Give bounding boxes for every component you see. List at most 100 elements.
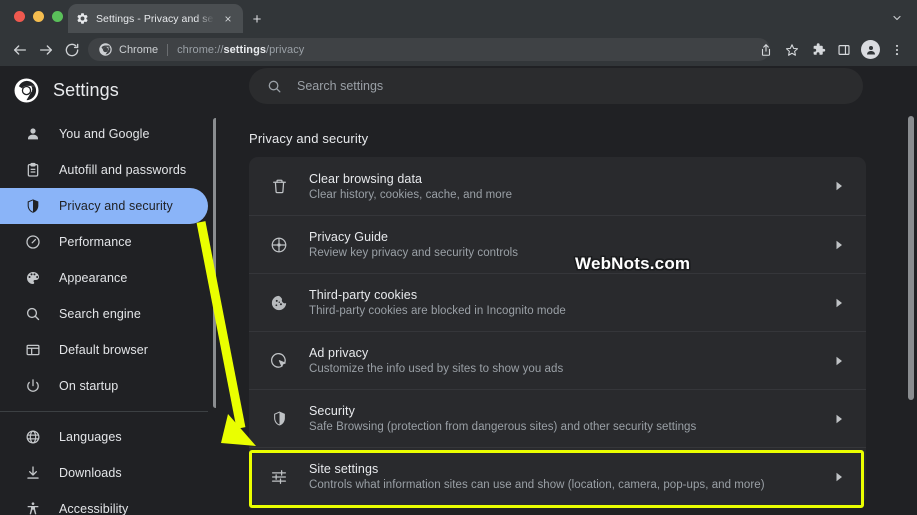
settings-row-text: Site settings Controls what information … — [309, 462, 826, 491]
settings-row-subtitle: Review key privacy and security controls — [309, 247, 519, 259]
settings-row-subtitle: Third-party cookies are blocked in Incog… — [309, 305, 566, 317]
section-title: Privacy and security — [249, 131, 369, 146]
chevron-right-icon[interactable] — [826, 240, 852, 250]
sidebar-item-languages[interactable]: Languages — [0, 419, 208, 455]
sidebar-item-performance[interactable]: Performance — [0, 224, 208, 260]
search-input[interactable]: Search settings — [249, 68, 863, 104]
settings-card: Clear browsing data Clear history, cooki… — [249, 157, 866, 505]
sidebar-item-label: Performance — [59, 235, 132, 249]
settings-row-security[interactable]: Security Safe Browsing (protection from … — [249, 389, 866, 447]
chevron-right-icon[interactable] — [826, 414, 852, 424]
sidebar-item-label: Autofill and passwords — [59, 163, 187, 177]
reload-icon[interactable] — [59, 37, 85, 63]
settings-row-third-party-cookies[interactable]: Third-party cookies Third-party cookies … — [249, 273, 866, 331]
settings-row-clear-browsing-data[interactable]: Clear browsing data Clear history, cooki… — [249, 157, 866, 215]
three-dot-menu-icon[interactable] — [885, 38, 909, 61]
settings-sidebar: You and Google Autofill and passwords Pr… — [0, 116, 216, 515]
browser-toolbar: Chrome chrome://settings/privacy — [0, 33, 917, 66]
sidebar-item-label: Languages — [59, 430, 122, 444]
settings-row-text: Clear browsing data Clear history, cooki… — [309, 172, 826, 201]
browser-tab[interactable]: Settings - Privacy and security × — [68, 4, 243, 33]
settings-row-title: Site settings — [309, 462, 379, 476]
window-close-button[interactable] — [14, 11, 25, 22]
sidebar-item-privacy-and-security[interactable]: Privacy and security — [0, 188, 208, 224]
settings-brand[interactable]: Settings — [14, 78, 119, 103]
settings-row-subtitle: Customize the info used by sites to show… — [309, 363, 564, 375]
settings-row-title: Ad privacy — [309, 346, 369, 360]
new-tab-button[interactable]: + — [247, 9, 267, 29]
clipboard-icon — [24, 162, 41, 179]
gear-icon — [76, 12, 89, 25]
settings-row-ad-privacy[interactable]: Ad privacy Customize the info used by si… — [249, 331, 866, 389]
sidebar-item-label: Search engine — [59, 307, 141, 321]
close-icon[interactable]: × — [221, 12, 235, 26]
sidebar-item-appearance[interactable]: Appearance — [0, 260, 208, 296]
browser-window: Settings - Privacy and security × + — [0, 0, 917, 515]
settings-row-site-settings[interactable]: Site settings Controls what information … — [249, 447, 866, 505]
speedometer-icon — [24, 234, 41, 251]
settings-row-subtitle: Safe Browsing (protection from dangerous… — [309, 421, 697, 433]
sidebar-item-you-and-google[interactable]: You and Google — [0, 116, 208, 152]
power-icon — [24, 378, 41, 395]
settings-row-text: Security Safe Browsing (protection from … — [309, 404, 826, 433]
download-icon — [24, 465, 41, 482]
chevron-right-icon[interactable] — [826, 181, 852, 191]
sidebar-item-label: Default browser — [59, 343, 149, 357]
search-icon — [24, 306, 41, 323]
side-panel-icon[interactable] — [832, 38, 856, 61]
url-suffix: /privacy — [266, 43, 305, 56]
extensions-puzzle-icon[interactable] — [806, 38, 830, 61]
privacy-guide-icon — [249, 236, 309, 254]
cookie-icon — [249, 294, 309, 312]
sidebar-item-label: Downloads — [59, 466, 122, 480]
palette-icon — [24, 270, 41, 287]
chevron-down-icon[interactable] — [891, 11, 903, 23]
url-bold-segment: settings — [223, 43, 267, 56]
sliders-icon — [249, 468, 309, 486]
sidebar-item-downloads[interactable]: Downloads — [0, 455, 208, 491]
bookmark-star-icon[interactable] — [780, 38, 804, 61]
sidebar-item-autofill-and-passwords[interactable]: Autofill and passwords — [0, 152, 208, 188]
sidebar-item-default-browser[interactable]: Default browser — [0, 332, 208, 368]
ad-privacy-icon — [249, 352, 309, 370]
forward-arrow-icon[interactable] — [33, 37, 59, 63]
settings-row-title: Security — [309, 404, 355, 418]
sidebar-item-label: On startup — [59, 379, 119, 393]
chevron-right-icon[interactable] — [826, 356, 852, 366]
main-content-scrollbar[interactable] — [908, 116, 914, 400]
window-controls — [14, 11, 63, 22]
omnibox-url: chrome://settings/privacy — [177, 44, 304, 56]
search-icon — [267, 79, 282, 94]
shield-icon — [24, 198, 41, 215]
sidebar-item-label: You and Google — [59, 127, 150, 141]
page-title: Settings — [53, 80, 119, 100]
sidebar-item-on-startup[interactable]: On startup — [0, 368, 208, 404]
settings-row-text: Ad privacy Customize the info used by si… — [309, 346, 826, 375]
chevron-right-icon[interactable] — [826, 298, 852, 308]
settings-row-text: Third-party cookies Third-party cookies … — [309, 288, 826, 317]
settings-row-privacy-guide[interactable]: Privacy Guide Review key privacy and sec… — [249, 215, 866, 273]
settings-row-subtitle: Controls what information sites can use … — [309, 479, 765, 491]
accessibility-icon — [24, 501, 41, 515]
sidebar-item-search-engine[interactable]: Search engine — [0, 296, 208, 332]
address-bar[interactable]: Chrome chrome://settings/privacy — [88, 38, 770, 61]
globe-icon — [24, 429, 41, 446]
person-icon — [24, 126, 41, 143]
settings-row-title: Privacy Guide — [309, 230, 389, 244]
settings-row-text: Privacy Guide Review key privacy and sec… — [309, 230, 826, 259]
back-arrow-icon[interactable] — [7, 37, 33, 63]
sidebar-item-label: Privacy and security — [59, 199, 173, 213]
chrome-logo-icon — [14, 78, 39, 103]
chevron-right-icon[interactable] — [826, 472, 852, 482]
sidebar-item-label: Accessibility — [59, 502, 129, 515]
sidebar-item-accessibility[interactable]: Accessibility — [0, 491, 208, 515]
watermark: WebNots.com — [575, 254, 691, 273]
window-minimize-button[interactable] — [33, 11, 44, 22]
trash-icon — [249, 178, 309, 195]
settings-row-subtitle: Clear history, cookies, cache, and more — [309, 188, 513, 201]
window-maximize-button[interactable] — [52, 11, 63, 22]
share-icon[interactable] — [754, 38, 778, 61]
profile-avatar-icon[interactable] — [861, 40, 880, 59]
settings-row-title: Clear browsing data — [309, 171, 423, 186]
tab-title: Settings - Privacy and security — [96, 12, 214, 25]
